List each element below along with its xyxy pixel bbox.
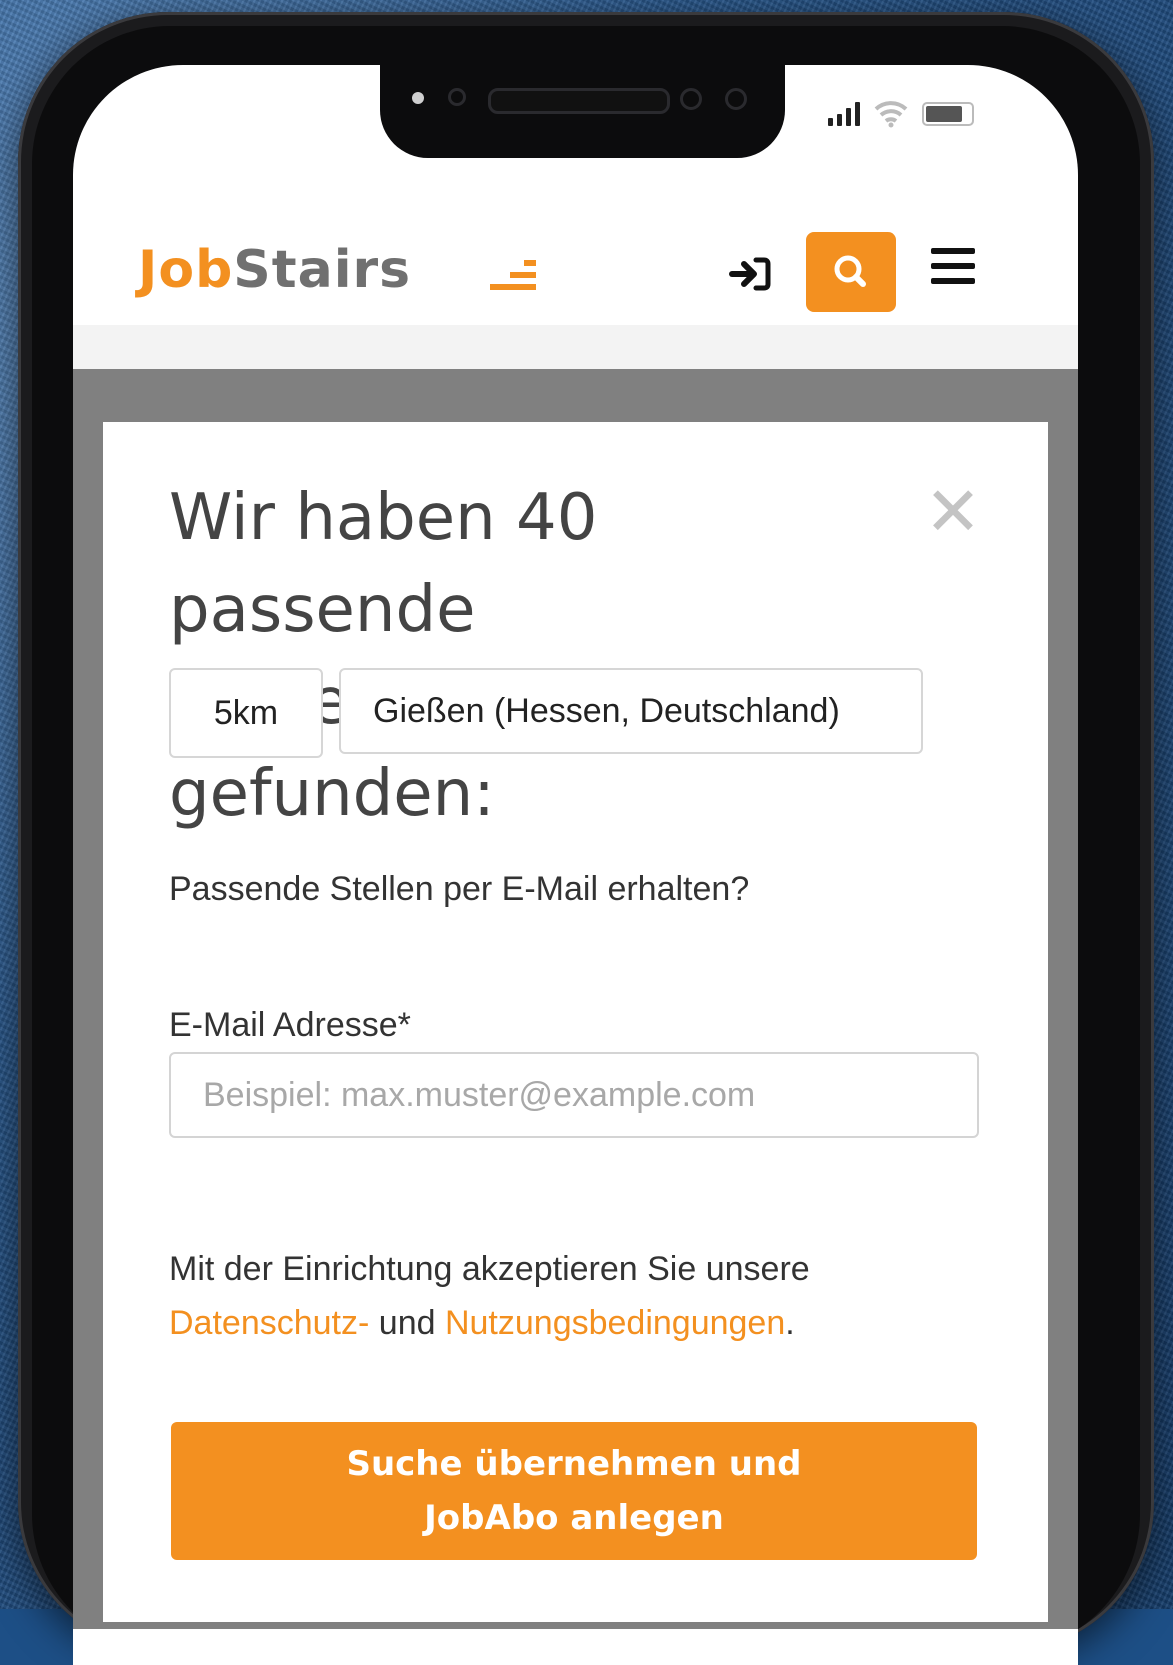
cta-line-1: Suche übernehmen und <box>346 1444 802 1484</box>
login-icon[interactable] <box>728 252 772 296</box>
email-prompt: Passende Stellen per E-Mail erhalten? <box>169 870 750 908</box>
legal-text: Mit der Einrichtung akzeptieren Sie unse… <box>169 1242 969 1350</box>
cta-line-2: JobAbo anlegen <box>424 1498 724 1538</box>
email-input[interactable] <box>169 1052 979 1138</box>
camera-ring <box>680 88 702 110</box>
search-icon <box>834 255 866 287</box>
logo-stairs-text: Stairs <box>233 240 412 300</box>
email-label: E-Mail Adresse* <box>169 1006 411 1044</box>
job-alert-modal: Wir haben 40 passende Stellenangebote ge… <box>103 422 1048 1622</box>
speaker-grille <box>488 88 670 114</box>
logo-job-text: Job <box>138 240 234 300</box>
stairs-logo-icon <box>490 254 536 292</box>
search-button[interactable] <box>806 232 896 312</box>
legal-and: und <box>378 1304 436 1342</box>
signal-icon <box>828 102 860 126</box>
legal-suffix: . <box>785 1304 795 1342</box>
legal-prefix: Mit der Einrichtung akzeptieren Sie unse… <box>169 1250 810 1288</box>
location-chip[interactable]: Gießen (Hessen, Deutschland) <box>339 668 923 754</box>
modal-title: Wir haben 40 passende Stellenangebote ge… <box>169 481 694 831</box>
sensor-dot <box>412 92 424 104</box>
battery-icon <box>922 102 974 126</box>
close-icon[interactable]: ✕ <box>923 478 983 546</box>
sensor-ring <box>448 88 466 106</box>
jobstairs-logo[interactable]: JobStairs <box>138 240 411 300</box>
site-header: JobStairs <box>73 180 1078 369</box>
radius-chip[interactable]: 5km <box>169 668 323 758</box>
create-jobabo-button[interactable]: Suche übernehmen und JobAbo anlegen <box>171 1422 977 1560</box>
phone-notch <box>380 60 785 158</box>
privacy-link[interactable]: Datenschutz- <box>169 1304 369 1342</box>
status-bar <box>828 100 974 128</box>
wifi-icon <box>874 101 908 128</box>
camera-ring-2 <box>725 88 747 110</box>
terms-link[interactable]: Nutzungsbedingungen <box>445 1304 785 1342</box>
menu-icon[interactable] <box>931 248 975 284</box>
